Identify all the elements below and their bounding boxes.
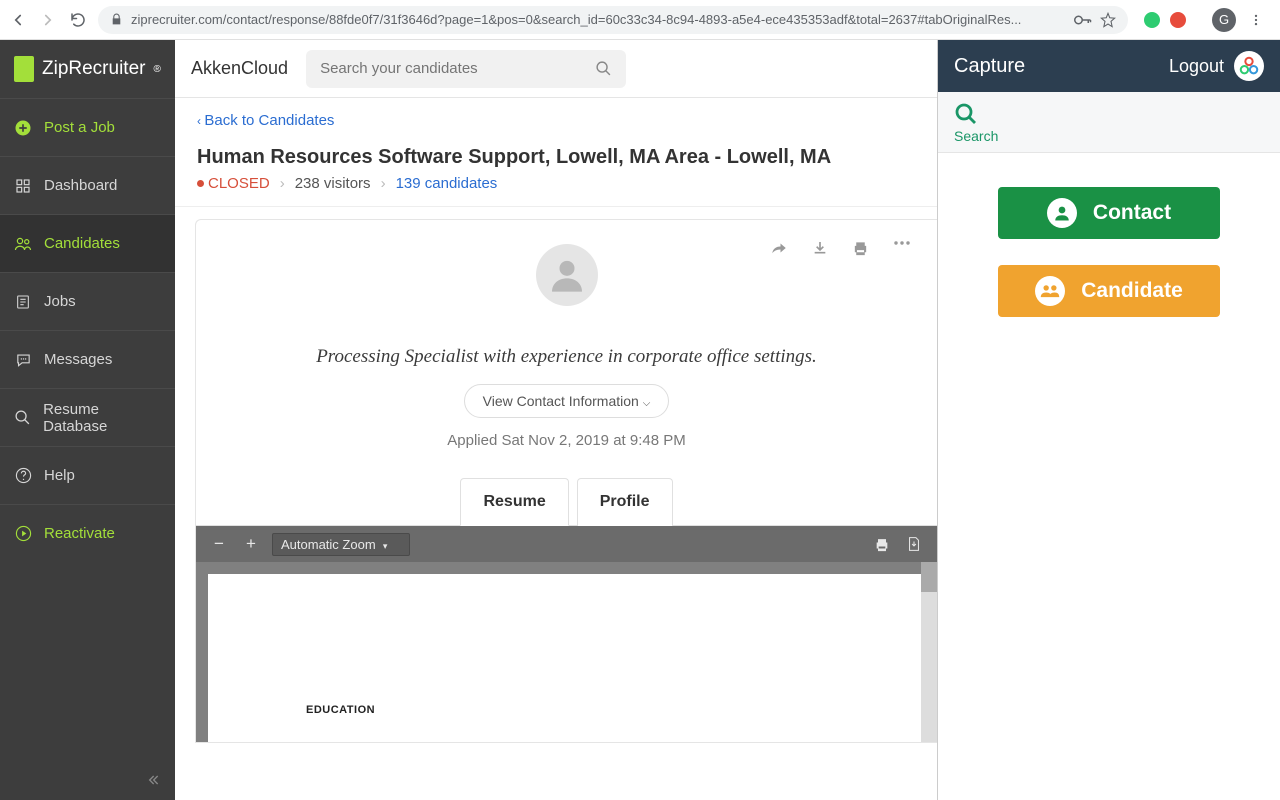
applied-date: Applied Sat Nov 2, 2019 at 9:48 PM [196,432,937,477]
pdf-download-icon[interactable] [903,533,925,555]
sidebar-item-help[interactable]: Help [0,446,175,504]
messages-icon [14,351,32,369]
candidate-button[interactable]: Candidate [998,265,1220,317]
reactivate-icon [14,525,32,543]
sidebar-item-jobs[interactable]: Jobs [0,272,175,330]
star-icon[interactable] [1100,12,1116,28]
browser-toolbar: ziprecruiter.com/contact/response/88fde0… [0,0,1280,40]
contact-button[interactable]: Contact [998,187,1220,239]
sidebar-item-label: Post a Job [44,119,115,136]
job-meta: CLOSED › 238 visitors › 139 candidates [175,173,937,207]
back-button[interactable] [8,10,28,30]
sidebar-item-label: Candidates [44,235,120,252]
sidebar-item-label: Messages [44,351,112,368]
sidebar-item-label: Resume Database [43,401,161,435]
forward-button[interactable] [38,10,58,30]
sidepanel-title: Capture [954,55,1025,78]
tab-profile[interactable]: Profile [577,478,673,526]
search-icon [954,102,1264,126]
pdf-scrollbar[interactable] [921,562,937,742]
back-to-candidates-link[interactable]: ‹ Back to Candidates [197,112,334,129]
sidebar-item-messages[interactable]: Messages [0,330,175,388]
content-header: AkkenCloud [175,40,937,98]
ziprecruiter-logo[interactable]: ZipRecruiter® [0,40,175,98]
download-icon[interactable] [812,240,828,256]
person-icon [1047,198,1077,228]
status-badge: CLOSED [197,175,270,192]
zoom-out-button[interactable]: − [208,533,230,555]
dashboard-icon [14,177,32,195]
share-icon[interactable] [770,240,788,256]
people-icon [1035,276,1065,306]
more-icon[interactable] [893,240,911,256]
pdf-page: EDUCATION [208,574,925,742]
url-text: ziprecruiter.com/contact/response/88fde0… [131,12,1066,27]
candidates-link[interactable]: 139 candidates [396,175,498,192]
sidepanel-buttons: Contact Candidate [938,153,1280,351]
candidate-card: Processing Specialist with experience in… [195,219,937,743]
lock-icon [110,13,123,26]
sidebar-item-candidates[interactable]: Candidates [0,214,175,272]
collapse-sidebar-button[interactable] [145,772,161,788]
extension-green-icon[interactable] [1144,12,1160,28]
candidate-headline: Processing Specialist with experience in… [196,306,937,384]
logout-link[interactable]: Logout [1169,56,1224,77]
sidebar-item-label: Dashboard [44,177,117,194]
sidebar-item-reactivate[interactable]: Reactivate [0,504,175,562]
zoom-select[interactable]: Automatic Zoom ▾ [272,533,410,556]
chevron-separator: › [280,175,285,192]
sidebar-item-label: Jobs [44,293,76,310]
tab-resume[interactable]: Resume [460,478,568,526]
back-link-row: ‹ Back to Candidates [175,98,937,140]
extension-red-icon[interactable] [1170,12,1186,28]
reload-button[interactable] [68,10,88,30]
pdf-print-icon[interactable] [871,533,893,555]
sidebar-item-post-job[interactable]: Post a Job [0,98,175,156]
pdf-toolbar: − + Automatic Zoom ▾ [196,526,937,562]
people-icon [14,235,32,253]
jobs-icon [14,293,32,311]
sidebar-item-label: Help [44,467,75,484]
main-content: AkkenCloud ‹ Back to Candidates Human Re… [175,40,937,800]
candidate-search[interactable] [306,50,626,88]
pdf-viewer[interactable]: EDUCATION [196,562,937,742]
key-icon[interactable] [1074,14,1092,26]
chevron-separator: › [381,175,386,192]
extension-icons: G [1138,8,1272,32]
candidate-avatar [536,244,598,306]
logo-text: ZipRecruiter [42,58,145,80]
sidepanel-logo[interactable] [1234,51,1264,81]
card-actions [746,240,935,256]
view-contact-button[interactable]: View Contact Information ⌵ [464,384,670,418]
sidepanel-header: Capture Logout [938,40,1280,92]
print-icon[interactable] [852,240,869,256]
company-name: AkkenCloud [191,58,288,79]
search-icon[interactable] [595,60,612,77]
sidebar-item-resume-database[interactable]: Resume Database [0,388,175,446]
search-icon [14,409,31,427]
visitors-count: 238 visitors [295,175,371,192]
sidebar-item-dashboard[interactable]: Dashboard [0,156,175,214]
chrome-menu-icon[interactable] [1246,10,1266,30]
main-sidebar: ZipRecruiter® Post a Job Dashboard Candi… [0,40,175,800]
job-title: Human Resources Software Support, Lowell… [175,140,937,173]
sidebar-item-label: Reactivate [44,525,115,542]
zoom-in-button[interactable]: + [240,533,262,555]
logo-icon [14,56,34,82]
help-icon [14,467,32,485]
resume-section-heading: EDUCATION [306,704,827,716]
capture-sidepanel: Capture Logout Search Contact Candidate [937,40,1280,800]
candidate-tabs: Resume Profile [196,477,937,526]
search-label: Search [954,128,1264,144]
sidepanel-search[interactable]: Search [938,92,1280,153]
url-bar[interactable]: ziprecruiter.com/contact/response/88fde0… [98,6,1128,34]
candidate-search-input[interactable] [320,60,595,77]
profile-avatar[interactable]: G [1212,8,1236,32]
plus-icon [14,119,32,137]
